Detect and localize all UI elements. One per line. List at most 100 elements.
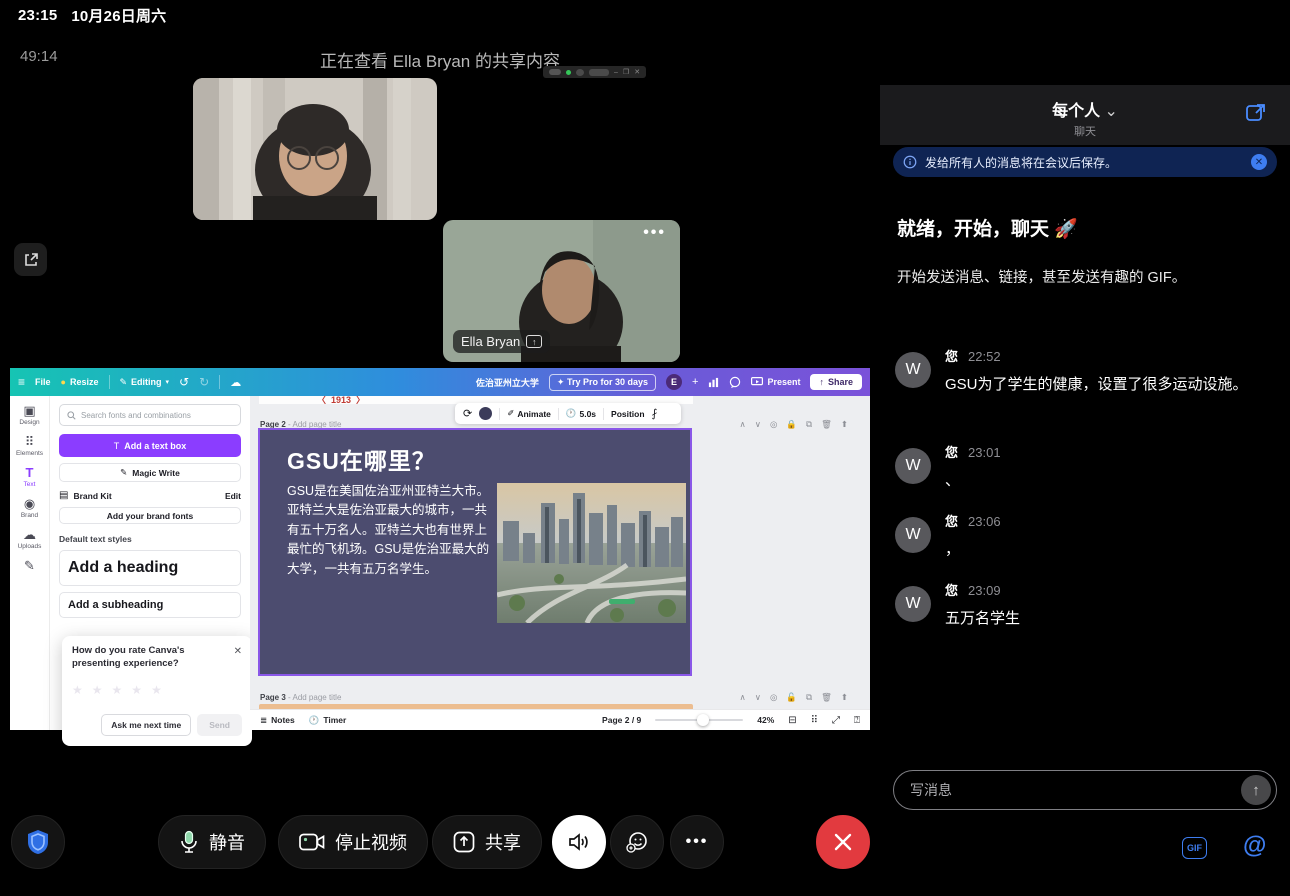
resize-button[interactable]: ●Resize [61,377,99,387]
styles-roller-icon[interactable]: ⨏ [652,407,658,420]
rating-send-button[interactable]: Send [197,714,242,736]
chat-retention-banner: 发给所有人的消息将在会议后保存。 ✕ [893,147,1277,177]
stop-video-button[interactable]: 停止视频 [278,815,428,869]
rail-text[interactable]: TText [24,466,36,488]
element-toolbar: ⟳ ✐Animate 🕐5.0s Position ⨏ [455,403,681,424]
chat-panel: 每个人 ⌄ 聊天 发给所有人的消息将在会议后保存。 ✕ 就绪，开始，聊天 🚀 开… [880,0,1290,896]
popout-share-button[interactable] [14,243,47,276]
popout-chat-icon[interactable] [1244,101,1268,125]
animate-button[interactable]: ✐Animate [507,408,551,419]
hide-icon[interactable]: ◎ [770,419,777,430]
pages-view-icon[interactable]: ⠿ [811,715,818,726]
duplicate-icon[interactable]: ⧉ [806,692,812,703]
page3-title-row[interactable]: Page 3 - Add page title [260,693,341,702]
menu-icon[interactable]: ≡ [18,375,25,389]
rail-uploads[interactable]: ☁Uploads [18,528,42,550]
share-button[interactable]: 共享 [432,815,542,869]
rail-design[interactable]: ▣Design [19,404,39,426]
slide-page2[interactable]: GSU在哪里？ GSU是在美国佐治亚州亚特兰大市。亚特兰大是佐治亚最大的城市，一… [258,428,692,676]
rail-draw[interactable]: ✎ [24,559,35,572]
brand-kit-edit-link[interactable]: Edit [225,491,241,501]
comments-icon[interactable] [729,376,741,388]
speaker-icon [567,831,591,853]
delete-icon[interactable]: 🗑 [821,419,832,430]
fullscreen-icon[interactable]: ⤢ [832,715,840,726]
font-search-input[interactable]: Search fonts and combinations [59,404,241,426]
send-message-button[interactable]: ↑ [1241,775,1271,805]
sharing-badge-icon: ↑ [526,335,542,348]
canva-canvas: 〈 1913 〉 ⟳ ✐Animate 🕐5.0s Position ⨏ Pag… [250,396,870,730]
add-heading-style[interactable]: Add a heading [59,550,241,586]
banner-close-icon[interactable]: ✕ [1251,154,1267,170]
lock-icon[interactable]: 🔓 [786,692,797,703]
add-brand-fonts-button[interactable]: Add your brand fonts [59,507,241,524]
page-indicator: Page 2 / 9 [602,715,641,725]
mini-window-controls[interactable]: –❐✕ [543,66,646,78]
zoom-slider[interactable] [655,719,743,721]
chat-audience-dropdown[interactable]: 每个人 ⌄ [1052,103,1118,120]
rating-stars[interactable]: ★★★★★ [72,683,242,697]
timer-button[interactable]: 🕐Timer [309,715,347,726]
present-button[interactable]: Present [751,377,800,387]
add-member-button[interactable]: + [692,376,698,388]
chat-header: 每个人 ⌄ 聊天 [880,85,1290,145]
undo-icon[interactable]: ↺ [179,375,189,389]
slide-title[interactable]: GSU在哪里？ [287,442,436,476]
more-button[interactable]: ••• [670,815,724,869]
leave-meeting-button[interactable] [816,815,870,869]
grid-view-icon[interactable]: ⊟ [788,715,796,726]
account-avatar[interactable]: E [666,374,682,390]
duration-button[interactable]: 🕐5.0s [566,408,596,419]
slide-body[interactable]: GSU是在美国佐治亚州亚特兰大市。亚特兰大是佐治亚最大的城市，一共有五十万名人。… [287,482,499,579]
move-down-icon[interactable]: ∨ [755,419,761,430]
gif-button[interactable]: GIF [1182,837,1207,859]
move-down-icon[interactable]: ∨ [755,692,761,703]
delete-icon[interactable]: 🗑 [821,692,832,703]
insights-icon[interactable] [708,377,719,388]
file-menu[interactable]: File [35,377,51,387]
move-up-icon[interactable]: ∧ [740,692,746,703]
editing-mode-dropdown[interactable]: ✎Editing▾ [120,377,170,388]
doc-title[interactable]: 佐治亚州立大学 [476,376,539,389]
hide-icon[interactable]: ◎ [770,692,777,703]
speaker-button[interactable] [552,815,606,869]
video-tile-remote[interactable]: ••• Ella Bryan ↑ [443,220,680,362]
ask-later-button[interactable]: Ask me next time [101,714,191,736]
position-button[interactable]: Position [611,409,645,419]
search-placeholder: Search fonts and combinations [81,411,191,420]
magic-write-button[interactable]: ✎Magic Write [59,463,241,482]
page3-actions: ∧ ∨ ◎ 🔓 ⧉ 🗑 ⬆ [740,692,848,703]
mute-button[interactable]: 静音 [158,815,266,869]
add-page-icon[interactable]: ⬆ [841,419,848,430]
brand-kit-row[interactable]: ▤ Brand Kit Edit [59,490,241,501]
rail-brand[interactable]: ◉Brand [21,497,38,519]
flip-icon[interactable]: ⟳ [463,407,472,420]
try-pro-button[interactable]: ✦ Try Pro for 30 days [549,374,656,391]
add-page-icon[interactable]: ⬆ [841,692,848,703]
move-up-icon[interactable]: ∧ [740,419,746,430]
popup-close-icon[interactable]: ✕ [234,646,242,657]
mention-button[interactable]: @ [1243,832,1266,860]
notes-button[interactable]: ≣Notes [260,715,295,726]
help-icon[interactable]: ⍰ [854,715,860,726]
avatar: W [895,352,931,388]
add-text-box-button[interactable]: TAdd a text box [59,434,241,457]
color-swatch[interactable] [479,407,492,420]
security-button[interactable] [11,815,65,869]
canva-share-button[interactable]: ↑Share [810,374,862,390]
video-tile-self[interactable] [193,78,437,220]
search-icon [67,411,76,420]
sender: 您 [945,445,958,460]
rail-elements[interactable]: ⠿Elements [16,435,43,457]
message-text: ， [945,538,1275,561]
add-subheading-style[interactable]: Add a subheading [59,592,241,618]
meeting-app: 23:15 10月26日周六 ☾ 74% ⚡ 49:14 正在查看 Ella B… [0,0,1290,896]
chat-message-input[interactable] [908,781,1241,799]
reactions-button[interactable] [610,815,664,869]
duplicate-icon[interactable]: ⧉ [806,419,812,430]
avatar: W [895,517,931,553]
lock-icon[interactable]: 🔒 [786,419,797,430]
tile-more-icon[interactable]: ••• [643,224,666,242]
redo-icon[interactable]: ↻ [199,375,209,389]
atlanta-skyline-image[interactable] [497,483,686,623]
